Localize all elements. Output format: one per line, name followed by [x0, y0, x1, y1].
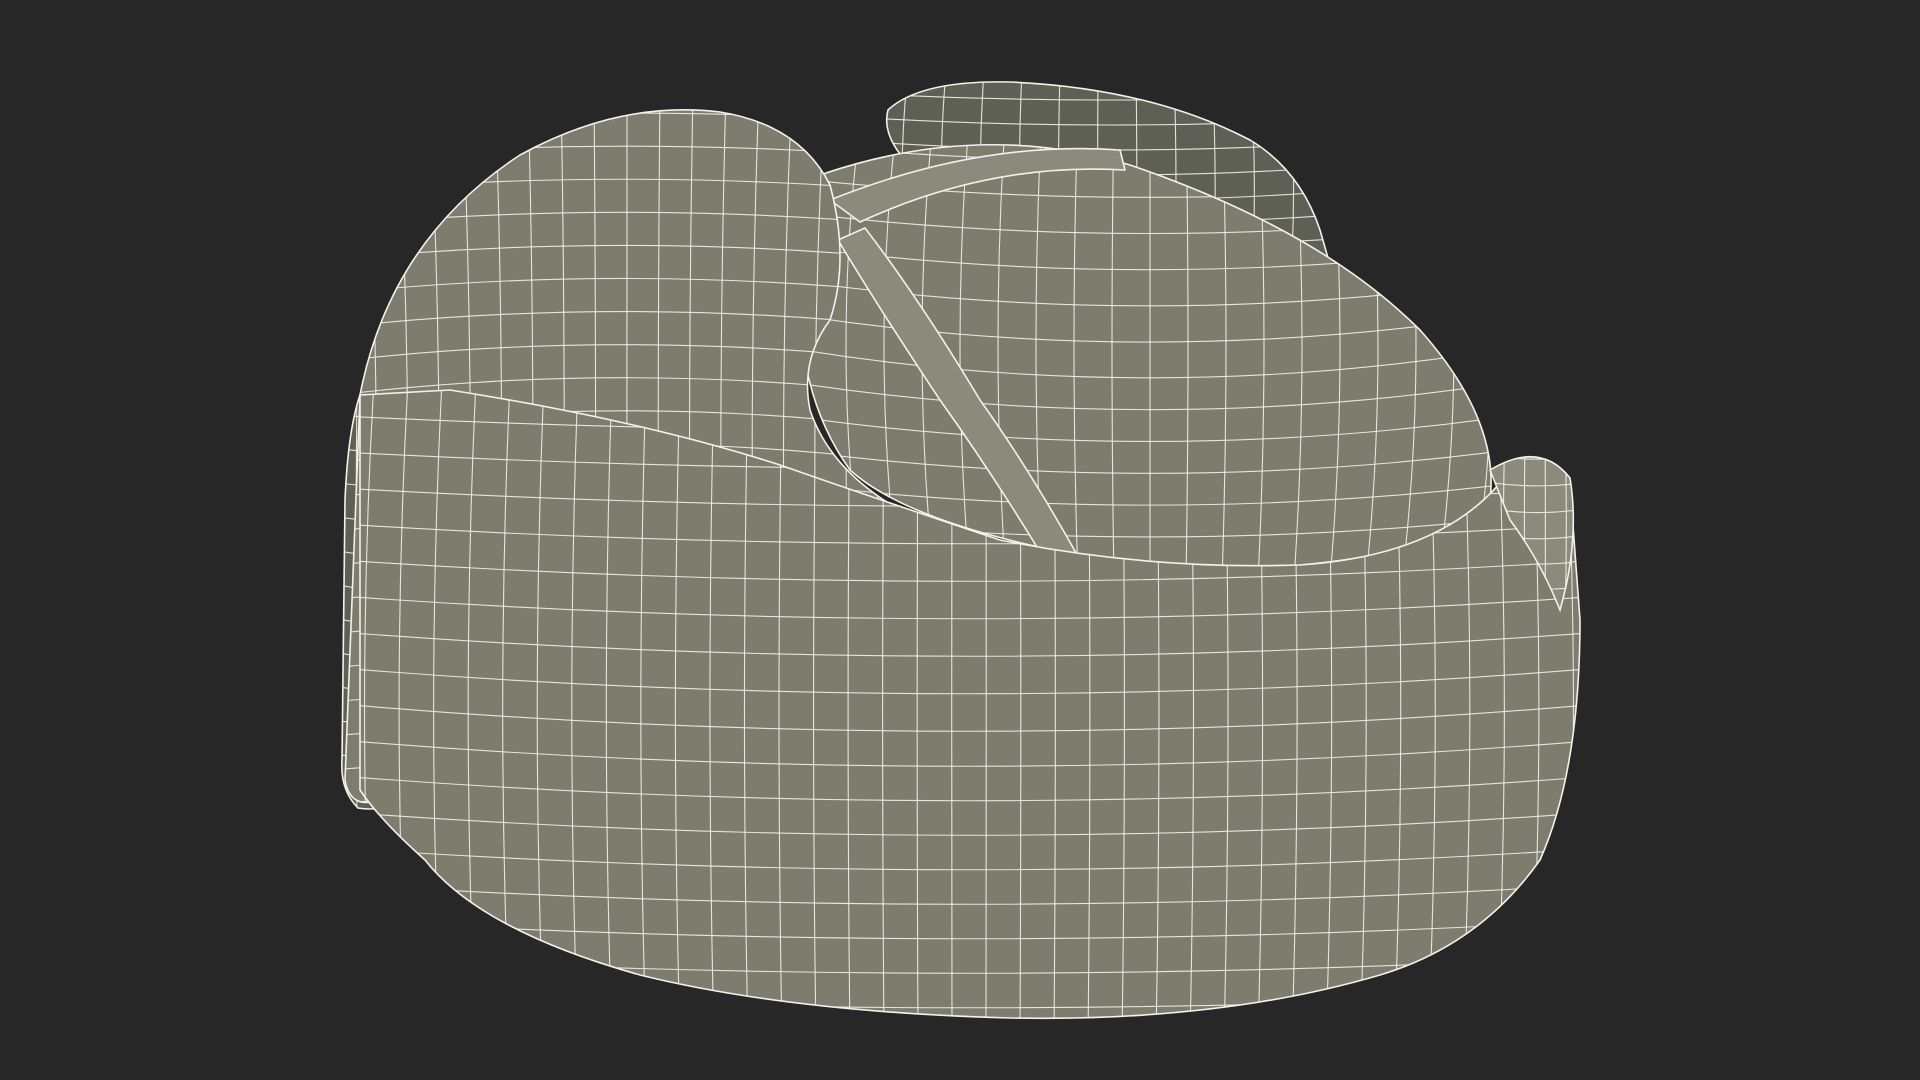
render-viewport [0, 0, 1920, 1080]
wireframe-hat-render [340, 81, 1581, 1020]
